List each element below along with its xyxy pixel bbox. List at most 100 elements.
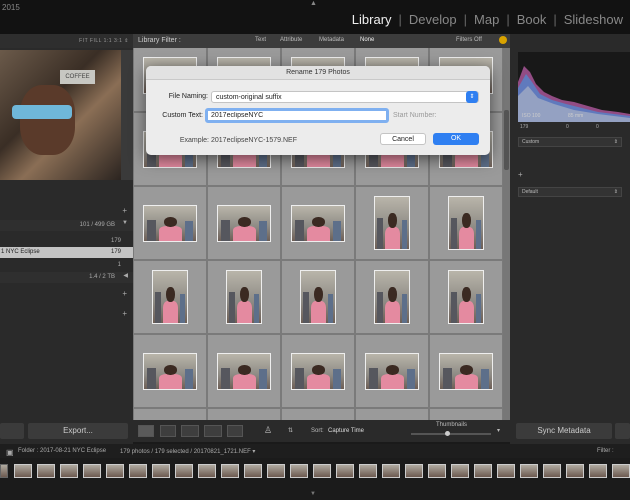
add-keyword-icon[interactable]: + xyxy=(518,170,523,179)
filmstrip-thumbnail[interactable] xyxy=(543,464,561,478)
filmstrip-thumbnail[interactable] xyxy=(37,464,55,478)
filmstrip-selection-info[interactable]: 179 photos / 179 selected / 20170821_172… xyxy=(120,448,255,455)
filmstrip-thumbnail[interactable] xyxy=(474,464,492,478)
volume-row[interactable]: 101 / 499 GB ▼ xyxy=(0,220,133,231)
filmstrip-thumbnail[interactable] xyxy=(313,464,331,478)
survey-view-icon[interactable] xyxy=(204,425,222,437)
photo-thumbnail[interactable] xyxy=(448,270,484,324)
filmstrip-thumbnail[interactable] xyxy=(589,464,607,478)
grid-cell[interactable] xyxy=(281,408,355,420)
grid-cell[interactable] xyxy=(133,334,207,408)
grid-cell[interactable] xyxy=(207,408,281,420)
people-view-icon[interactable] xyxy=(227,425,243,437)
grid-cell[interactable] xyxy=(207,186,281,260)
grid-cell[interactable] xyxy=(133,408,207,420)
custom-text-input[interactable] xyxy=(205,108,389,123)
photo-thumbnail[interactable] xyxy=(374,196,410,250)
filters-off-toggle[interactable]: Filters Off xyxy=(456,37,482,43)
filmstrip-thumbnail[interactable] xyxy=(405,464,423,478)
sync-metadata-button[interactable]: Sync Metadata xyxy=(516,423,612,439)
top-panel-toggle-icon[interactable]: ▲ xyxy=(310,0,317,7)
filmstrip-thumbnail[interactable] xyxy=(290,464,308,478)
filmstrip-thumbnail[interactable] xyxy=(83,464,101,478)
volume-toggle-icon[interactable]: ▼ xyxy=(122,220,128,226)
filmstrip-thumbnail[interactable] xyxy=(612,464,630,478)
photo-thumbnail[interactable] xyxy=(143,205,197,242)
grid-cell[interactable] xyxy=(281,260,355,334)
cancel-button[interactable]: Cancel xyxy=(380,133,426,145)
grid-cell[interactable] xyxy=(207,334,281,408)
grid-cell[interactable] xyxy=(429,260,503,334)
navigator-preview[interactable]: COFFEE xyxy=(0,50,121,180)
toolbar-menu-chevron-icon[interactable]: ▾ xyxy=(497,427,500,434)
sort-direction-icon[interactable]: ⇅ xyxy=(288,427,293,434)
photo-thumbnail[interactable] xyxy=(291,353,345,390)
filmstrip-thumbnail[interactable] xyxy=(451,464,469,478)
photo-thumbnail[interactable] xyxy=(152,270,188,324)
photo-thumbnail[interactable] xyxy=(217,205,271,242)
loupe-view-icon[interactable] xyxy=(160,425,176,437)
photo-thumbnail[interactable] xyxy=(300,270,336,324)
filmstrip-thumbnail[interactable] xyxy=(566,464,584,478)
filter-attribute[interactable]: Attribute xyxy=(280,37,302,43)
preset-select[interactable]: Custom ⇕ xyxy=(518,137,622,147)
add-service-icon[interactable]: + xyxy=(122,309,127,318)
grid-cell[interactable] xyxy=(429,334,503,408)
filmstrip-thumbnail[interactable] xyxy=(60,464,78,478)
photo-thumbnail[interactable] xyxy=(143,353,197,390)
sort-select[interactable]: Capture Time xyxy=(328,428,364,434)
filmstrip-thumbnail[interactable] xyxy=(267,464,285,478)
add-catalog-icon[interactable]: + xyxy=(122,206,127,215)
filmstrip-thumbnail[interactable] xyxy=(336,464,354,478)
import-button[interactable] xyxy=(0,423,24,439)
grid-cell[interactable] xyxy=(429,408,503,420)
filmstrip-thumbnail[interactable] xyxy=(520,464,538,478)
grid-scrollbar-thumb[interactable] xyxy=(504,110,509,170)
filmstrip-thumbnail[interactable] xyxy=(497,464,515,478)
file-naming-select[interactable]: custom-original suffix ⇕ xyxy=(211,91,479,103)
photo-thumbnail[interactable] xyxy=(217,353,271,390)
grid-view-icon[interactable] xyxy=(138,425,154,437)
photo-thumbnail[interactable] xyxy=(439,353,493,390)
volume-row[interactable]: 1.4 / 2 TB ◀ xyxy=(0,272,133,283)
grid-cell[interactable] xyxy=(355,186,429,260)
filmstrip-thumbnail[interactable] xyxy=(382,464,400,478)
module-book[interactable]: Book xyxy=(510,12,554,27)
grid-cell[interactable] xyxy=(133,186,207,260)
filmstrip-thumbnail[interactable] xyxy=(152,464,170,478)
volume-toggle-icon[interactable]: ◀ xyxy=(123,272,128,279)
photo-thumbnail[interactable] xyxy=(226,270,262,324)
grid-cell[interactable] xyxy=(429,186,503,260)
filmstrip-thumbnail[interactable] xyxy=(129,464,147,478)
add-collection-icon[interactable]: + xyxy=(122,289,127,298)
grid-cell[interactable] xyxy=(355,260,429,334)
filmstrip-thumbnail[interactable] xyxy=(106,464,124,478)
photo-thumbnail[interactable] xyxy=(365,353,419,390)
filmstrip-thumbnail[interactable] xyxy=(0,464,8,478)
slider-thumb[interactable] xyxy=(445,431,450,436)
folder-row[interactable]: 1 xyxy=(0,260,133,271)
compare-view-icon[interactable] xyxy=(181,425,199,437)
filter-lock-icon[interactable] xyxy=(499,36,507,44)
filmstrip-thumbnail[interactable] xyxy=(198,464,216,478)
filter-text[interactable]: Text xyxy=(255,37,266,43)
filter-metadata[interactable]: Metadata xyxy=(319,37,344,43)
filmstrip-thumbnail[interactable] xyxy=(175,464,193,478)
grid-cell[interactable] xyxy=(355,408,429,420)
filmstrip-thumbnail[interactable] xyxy=(14,464,32,478)
painter-icon[interactable]: ♙ xyxy=(264,425,272,436)
photo-thumbnail[interactable] xyxy=(448,196,484,250)
filmstrip-folder-path[interactable]: Folder : 2017-08-21 NYC Eclipse xyxy=(18,448,106,454)
thumbnail-size-slider[interactable] xyxy=(411,431,491,436)
filmstrip-thumbnail[interactable] xyxy=(221,464,239,478)
filmstrip-thumbnail[interactable] xyxy=(428,464,446,478)
navigator-zoom-bar[interactable]: FIT FILL 1:1 3:1 ⇕ xyxy=(0,34,133,48)
grid-scrollbar[interactable] xyxy=(503,48,510,420)
photo-thumbnail[interactable] xyxy=(374,270,410,324)
export-button[interactable]: Export... xyxy=(28,423,128,439)
grid-cell[interactable] xyxy=(281,186,355,260)
bottom-panel-toggle-icon[interactable]: ▼ xyxy=(310,491,316,497)
grid-cell[interactable] xyxy=(281,334,355,408)
photo-thumbnail[interactable] xyxy=(291,205,345,242)
secondary-window-icon[interactable]: ▣ xyxy=(6,448,14,457)
